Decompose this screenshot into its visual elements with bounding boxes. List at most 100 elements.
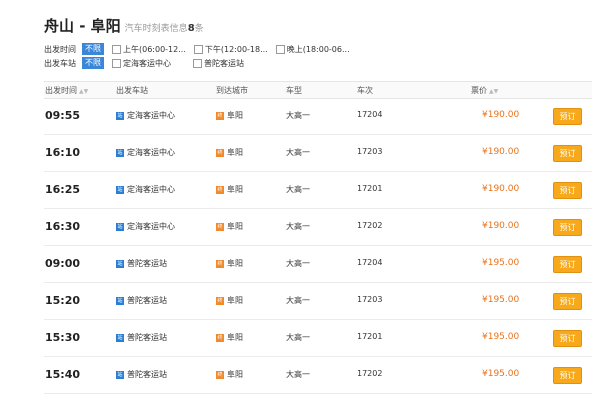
bus-number: 17201 (357, 184, 383, 193)
bus-type: 大高一 (286, 370, 310, 379)
page-header: 舟山 - 阜阳 汽车时刻表信息8条 (44, 15, 204, 37)
bus-type: 大高一 (286, 333, 310, 342)
book-button[interactable]: 预订 (553, 182, 582, 199)
table-row: 16:25 站定海客运中心 终阜阳 大高一 17201 ¥190.00 预订 (44, 172, 592, 209)
result-count: 8 (187, 23, 195, 34)
checkbox-icon[interactable] (193, 44, 203, 54)
page-subtitle: 汽车时刻表信息8条 (124, 23, 204, 34)
bus-station-icon: 站 (116, 259, 124, 268)
table-header: 出发时间 ▲▼ 出发车站 到达城市 车型 车次 票价 ▲▼ (44, 81, 592, 99)
table-row: 09:00 站普陀客运站 终阜阳 大高一 17204 ¥195.00 预订 (44, 246, 592, 283)
schedule-table: 09:55 站定海客运中心终阜阳 大高一 17204 ¥190.00 预订 16:10 站定海… (44, 98, 592, 394)
bus-number: 17203 (357, 147, 383, 156)
departure-station[interactable]: 站普陀客运站 (116, 332, 167, 343)
time-filter-afternoon[interactable]: 下午(12:00-18... (193, 44, 268, 55)
book-button[interactable]: 预订 (553, 108, 582, 125)
bus-station-icon: 站 (116, 333, 124, 342)
departure-time: 15:30 (45, 331, 81, 344)
departure-station[interactable]: 站定海客运中心 (116, 147, 175, 158)
destination-city: 终阜阳 (216, 370, 243, 379)
departure-time: 09:55 (45, 109, 81, 122)
destination-icon: 终 (216, 259, 224, 268)
table-row: 16:10 站定海客运中心 终阜阳 大高一 17203 ¥190.00 预订 (44, 135, 592, 172)
bus-type: 大高一 (286, 111, 310, 120)
destination-icon: 终 (216, 370, 224, 379)
destination-icon: 终 (216, 296, 224, 305)
destination-icon: 终 (216, 185, 224, 194)
destination-city: 终阜阳 (216, 222, 243, 231)
table-row: 15:30 站普陀客运站 终阜阳 大高一 17201 ¥195.00 预订 (44, 320, 592, 357)
departure-time: 15:40 (45, 368, 81, 381)
destination-city: 终阜阳 (216, 185, 243, 194)
departure-time: 16:10 (45, 146, 81, 159)
departure-time: 16:25 (45, 183, 81, 196)
book-button[interactable]: 预订 (553, 330, 582, 347)
departure-station[interactable]: 站定海客运中心 (116, 184, 175, 195)
table-row: 15:40 站普陀客运站 终阜阳 大高一 17202 ¥195.00 预订 (44, 357, 592, 394)
ticket-price: ¥195.00 (482, 332, 520, 342)
departure-station[interactable]: 站普陀客运站 (116, 369, 167, 380)
destination-icon: 终 (216, 148, 224, 157)
book-button[interactable]: 预订 (553, 145, 582, 162)
sort-icon: ▲▼ (79, 88, 89, 95)
time-filter-morning[interactable]: 上午(06:00-12... (112, 44, 186, 55)
departure-time: 16:30 (45, 220, 81, 233)
bus-station-icon: 站 (116, 111, 124, 120)
time-filter-all[interactable]: 不限 (82, 43, 104, 55)
time-filter-evening[interactable]: 晚上(18:00-06... (275, 44, 350, 55)
destination-city: 终阜阳 (216, 111, 243, 120)
book-button[interactable]: 预订 (553, 293, 582, 310)
time-filter-label: 出发时间 (44, 44, 76, 54)
destination-icon: 终 (216, 333, 224, 342)
departure-station[interactable]: 站普陀客运站 (116, 295, 167, 306)
book-button[interactable]: 预订 (553, 256, 582, 273)
bus-type: 大高一 (286, 148, 310, 157)
checkbox-icon[interactable] (112, 58, 121, 68)
sort-icon: ▲▼ (489, 88, 499, 95)
bus-station-icon: 站 (116, 222, 124, 231)
bus-station-icon: 站 (116, 185, 124, 194)
station-filter-all[interactable]: 不限 (82, 57, 104, 69)
table-row: 16:30 站定海客运中心 终阜阳 大高一 17202 ¥190.00 预订 (44, 209, 592, 246)
checkbox-icon[interactable] (275, 44, 285, 54)
header-bus-type: 车型 (286, 86, 302, 95)
bus-number: 17201 (357, 332, 383, 341)
departure-station[interactable]: 站定海客运中心 (116, 110, 175, 121)
destination-city: 终阜阳 (216, 296, 243, 305)
ticket-price: ¥190.00 (482, 147, 520, 157)
departure-station[interactable]: 站定海客运中心 (116, 221, 175, 232)
station-filter-row: 出发车站 不限 定海客运中心 普陀客运站 (44, 56, 252, 70)
bus-station-icon: 站 (116, 296, 124, 305)
header-departure-time[interactable]: 出发时间 ▲▼ (45, 85, 88, 96)
book-button[interactable]: 预订 (553, 219, 582, 236)
bus-number: 17202 (357, 221, 383, 230)
table-row: 09:55 站定海客运中心 终阜阳 大高一 17204 ¥190.00 预订 (44, 98, 592, 135)
book-button[interactable]: 预订 (553, 367, 582, 384)
bus-number: 17204 (357, 110, 383, 119)
ticket-price: ¥195.00 (482, 258, 520, 268)
bus-number: 17203 (357, 295, 383, 304)
bus-type: 大高一 (286, 259, 310, 268)
table-row: 15:20 站普陀客运站 终阜阳 大高一 17203 ¥195.00 预订 (44, 283, 592, 320)
departure-station[interactable]: 站普陀客运站 (116, 258, 167, 269)
page-title: 舟山 - 阜阳 (44, 17, 121, 35)
checkbox-icon[interactable] (193, 58, 202, 68)
station-filter-label: 出发车站 (44, 58, 76, 68)
bus-station-icon: 站 (116, 148, 124, 157)
station-filter-putuo[interactable]: 普陀客运站 (193, 58, 244, 69)
station-filter-dinghai[interactable]: 定海客运中心 (112, 58, 171, 69)
header-price[interactable]: 票价 ▲▼ (471, 85, 498, 96)
departure-time: 15:20 (45, 294, 81, 307)
destination-city: 终阜阳 (216, 148, 243, 157)
bus-station-icon: 站 (116, 370, 124, 379)
bus-type: 大高一 (286, 185, 310, 194)
header-destination: 到达城市 (216, 86, 248, 95)
header-bus-number: 车次 (357, 86, 373, 95)
bus-number: 17204 (357, 258, 383, 267)
checkbox-icon[interactable] (112, 44, 121, 54)
departure-time: 09:00 (45, 257, 81, 270)
bus-number: 17202 (357, 369, 383, 378)
destination-city: 终阜阳 (216, 259, 243, 268)
destination-city: 终阜阳 (216, 333, 243, 342)
ticket-price: ¥195.00 (482, 295, 520, 305)
